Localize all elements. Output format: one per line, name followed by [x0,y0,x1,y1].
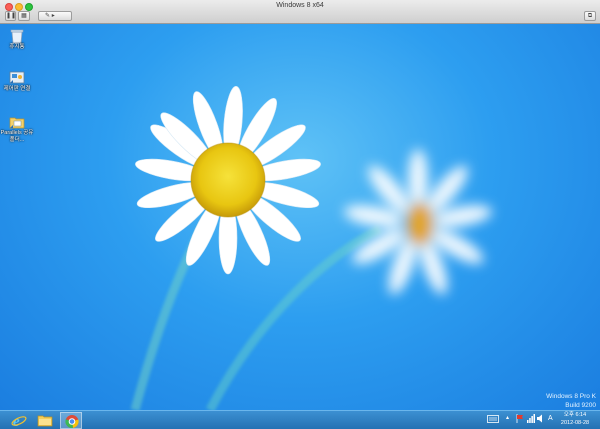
wrench-icon: ✎ ▸ [45,13,55,19]
windows-build-watermark: Windows 8 Pro K Build 9200 [476,392,596,410]
fullscreen-icon: ⧉ [587,13,593,19]
tools-button[interactable]: ✎ ▸ [38,11,72,21]
taskbar-app-file-explorer[interactable] [34,412,56,429]
watermark-build: Build 9200 [565,402,596,409]
clock-date: 2012-08-28 [560,419,590,426]
ime-indicator[interactable]: A [548,415,553,422]
volume-icon[interactable] [537,414,545,425]
snapshot-button[interactable]: ▦ [18,11,30,21]
daisy-wallpaper [130,86,492,410]
shared-folders-icon [9,114,25,130]
network-icon[interactable] [527,414,535,425]
desktop-icon-label: Parallels 공유 폴더... [0,130,34,143]
taskbar-app-internet-explorer[interactable]: e [8,412,30,429]
window-title: Windows 8 x64 [276,2,324,9]
chrome-icon [65,415,79,428]
fullscreen-button[interactable]: ⧉ [584,11,596,21]
clock-time: 오후 6:14 [563,412,587,418]
keyboard-icon[interactable] [487,415,499,425]
snapshot-icon: ▦ [21,13,27,19]
watermark-edition: Windows 8 Pro K [546,393,596,400]
taskbar-clock[interactable]: 오후 6:14 2012-08-28 [554,412,596,427]
desktop-icon-control-panel[interactable]: 제어판 연결 [0,70,34,93]
desktop-icon-label: 제어판 연결 [3,86,31,92]
tray-overflow-icon[interactable]: ▴ [506,414,509,421]
ie-icon: e [11,414,27,428]
pause-button[interactable]: ❚❚ [5,11,16,21]
folder-icon [37,415,53,427]
desktop-icon-label: 휴지통 [9,44,25,50]
recycle-bin-icon [9,28,25,44]
action-center-flag-icon[interactable] [516,414,524,425]
desktop[interactable]: 휴지통 제어판 연결 Parallels 공유 폴더... Windows 8 … [0,24,600,410]
taskbar: e ▴ A 오후 6:14 2012-08-28 [0,410,600,429]
vm-window: Windows 8 x64 ❚❚ ▦ ✎ ▸ ⧉ 휴지통 제어판 연결 Para… [0,0,600,429]
taskbar-app-chrome[interactable] [60,412,82,429]
control-panel-icon [9,70,25,86]
desktop-icon-recycle-bin[interactable]: 휴지통 [0,28,34,51]
titlebar: Windows 8 x64 ❚❚ ▦ ✎ ▸ ⧉ [0,0,600,24]
desktop-icon-parallels-shared[interactable]: Parallels 공유 폴더... [0,114,34,144]
pause-icon: ❚❚ [6,13,17,19]
